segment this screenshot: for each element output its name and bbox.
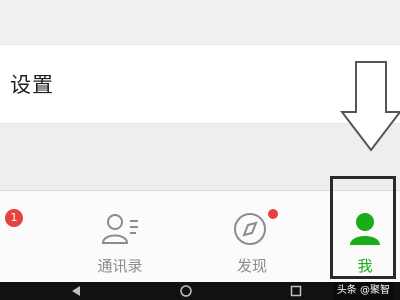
unread-badge: 1 <box>5 209 23 227</box>
tab-contacts[interactable]: 通讯录 <box>80 191 160 283</box>
tab-contacts-label: 通讯录 <box>97 257 143 275</box>
settings-label: 设置 <box>10 73 54 97</box>
contacts-icon <box>101 214 138 244</box>
watermark: 头条 @聚智 <box>332 282 394 300</box>
recents-icon[interactable] <box>290 285 302 297</box>
compass-icon <box>234 213 266 245</box>
top-strip <box>0 0 400 44</box>
discover-red-dot <box>268 209 278 219</box>
back-icon[interactable] <box>70 285 82 297</box>
home-icon[interactable] <box>180 285 192 297</box>
tab-chats[interactable]: 1 <box>0 191 30 283</box>
highlight-box-annotation <box>330 176 396 279</box>
tab-discover[interactable]: 发现 <box>212 191 292 283</box>
down-arrow-annotation <box>340 61 400 152</box>
tab-discover-label: 发现 <box>236 257 267 275</box>
